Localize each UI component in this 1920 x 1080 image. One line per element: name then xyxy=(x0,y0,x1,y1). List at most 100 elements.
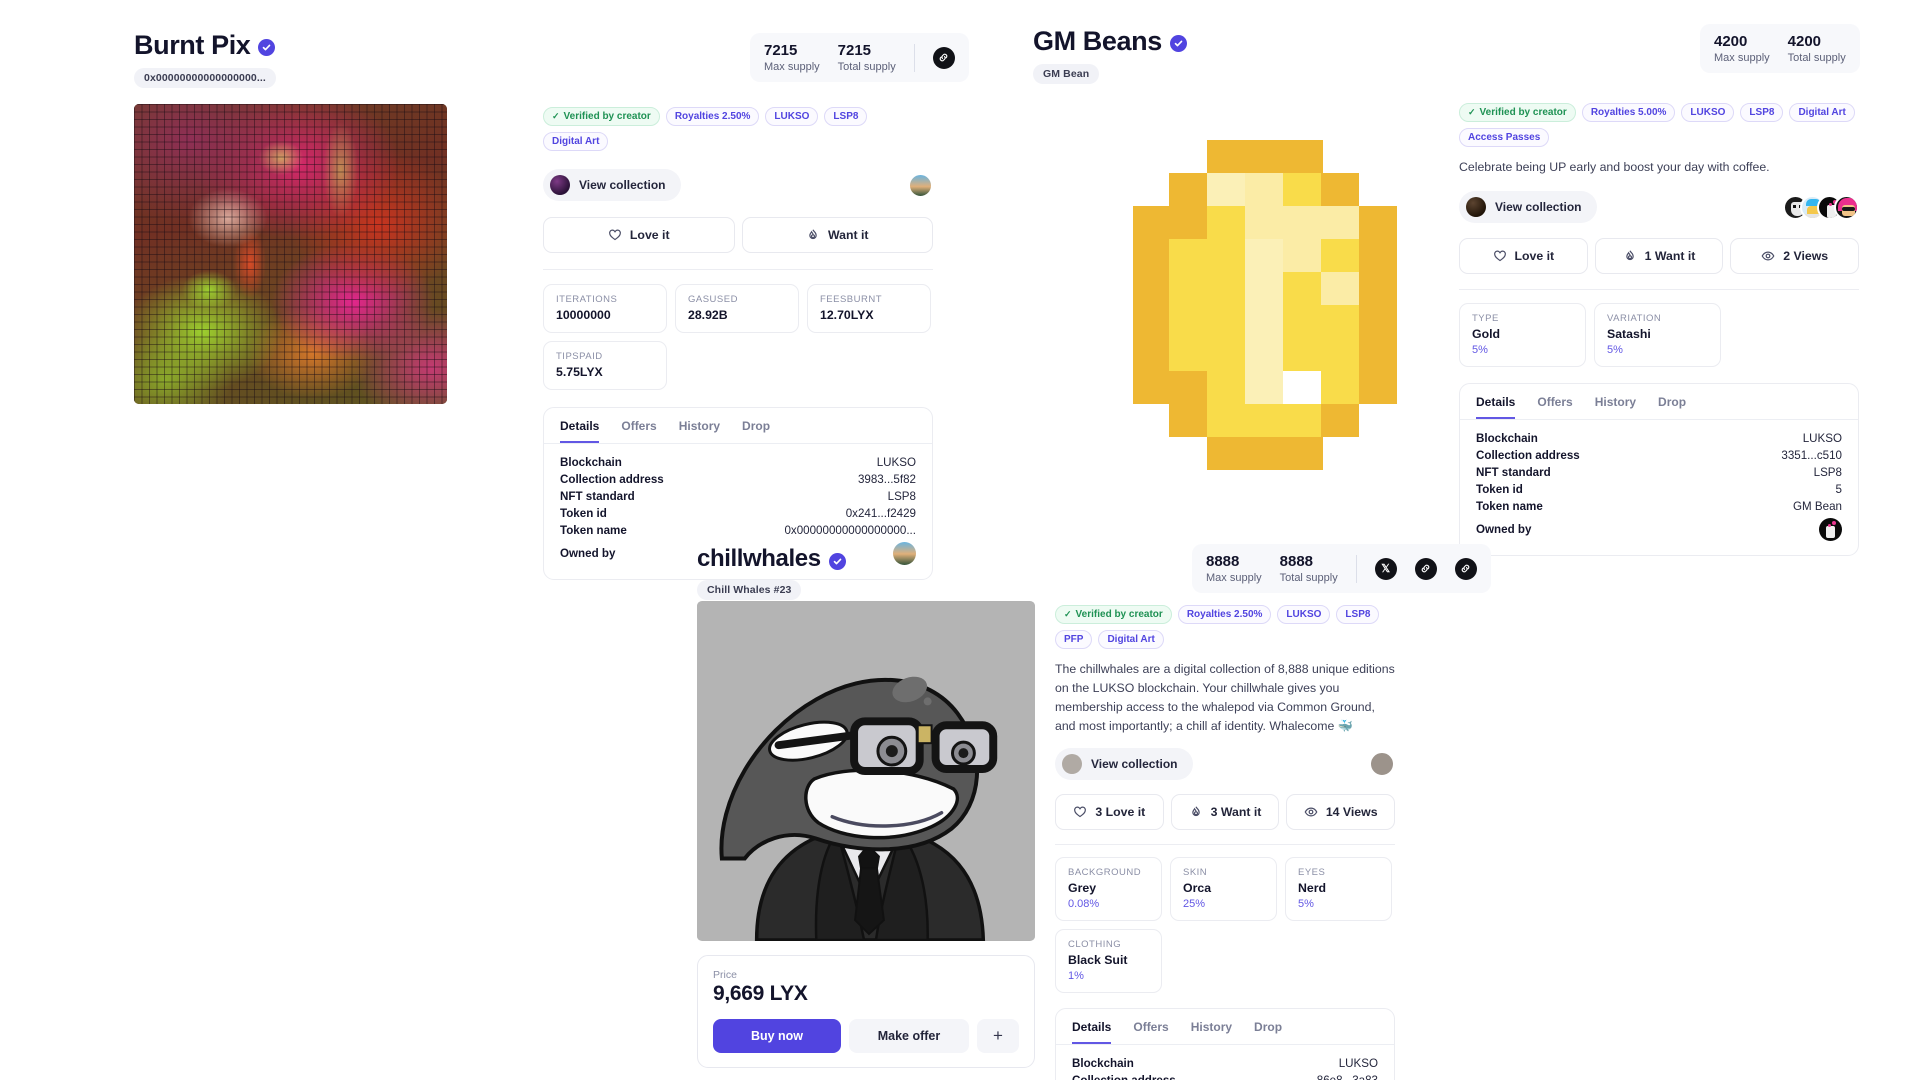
action-label: Love it xyxy=(1514,249,1555,264)
tab-details[interactable]: Details xyxy=(1476,395,1516,420)
burntpix-header: Burnt Pix 0x00000000000000000... xyxy=(134,30,276,88)
tag-pfp: PFP xyxy=(1055,630,1093,649)
max-supply-label: Max supply xyxy=(1714,52,1770,65)
max-supply: 8888 Max supply xyxy=(1206,553,1262,584)
view-collection-button[interactable]: View collection xyxy=(543,169,682,201)
attribute-key: TIPSPAID xyxy=(556,351,603,362)
tag-verified-by-creator: ✓ Verified by creator xyxy=(1459,103,1576,122)
detail-value: 5 xyxy=(1835,483,1842,497)
avatar[interactable] xyxy=(1369,751,1395,778)
action-label: 3 Love it xyxy=(1095,805,1146,820)
attribute-value: Nerd xyxy=(1298,881,1327,896)
tab-drop[interactable]: Drop xyxy=(1254,1020,1282,1044)
attribute-card: BACKGROUND Grey 0.08% xyxy=(1055,857,1162,922)
burntpix-supply-box: 7215 Max supply 7215 Total supply xyxy=(750,33,969,83)
tab-details[interactable]: Details xyxy=(560,419,600,443)
view-collection-label: View collection xyxy=(1091,757,1178,772)
attribute-key: TYPE xyxy=(1472,313,1499,325)
tag-royalties: Royalties 2.50% xyxy=(665,107,760,126)
want-it-button[interactable]: 1 Want it xyxy=(1594,238,1724,275)
views-button[interactable]: 2 Views xyxy=(1730,238,1860,275)
detail-row: Collection address 86e8...3a83 xyxy=(1072,1072,1378,1080)
detail-row: Token id 5 xyxy=(1476,481,1842,498)
tab-bar: Details Offers History Drop xyxy=(1460,384,1858,421)
action-label: 14 Views xyxy=(1325,805,1378,820)
tab-history[interactable]: History xyxy=(1595,395,1636,419)
tag-label: Verified by creator xyxy=(1479,107,1567,118)
avatar[interactable] xyxy=(1834,194,1859,220)
attribute-rarity: 5% xyxy=(1472,344,1488,357)
tag-lsp8: LSP8 xyxy=(1336,605,1380,624)
token-chip: GM Bean xyxy=(1033,64,1100,84)
tag-verified-by-creator: ✓ Verified by creator xyxy=(1055,605,1172,624)
attribute-card: VARIATION Satashi 5% xyxy=(1594,303,1721,368)
want-it-button[interactable]: Want it xyxy=(741,217,933,253)
verified-icon xyxy=(258,39,276,56)
owner-avatar[interactable] xyxy=(1819,518,1842,542)
gmbeans-actions: Love it 1 Want it 2 Views xyxy=(1459,238,1860,275)
owner-avatars xyxy=(1369,751,1395,778)
attribute-value: Orca xyxy=(1183,881,1212,896)
detail-key: Blockchain xyxy=(1476,432,1538,446)
detail-row: Blockchain LUKSO xyxy=(1072,1055,1378,1072)
gmbeans-artwork xyxy=(1133,140,1397,470)
tab-history[interactable]: History xyxy=(679,419,720,443)
total-supply-label: Total supply xyxy=(837,61,896,74)
link-icon[interactable] xyxy=(1414,557,1437,580)
attribute-rarity: 0.08% xyxy=(1068,898,1100,911)
detail-key: Blockchain xyxy=(1072,1057,1134,1071)
view-collection-button[interactable]: View collection xyxy=(1459,191,1598,224)
tag-label: Verified by creator xyxy=(563,111,651,122)
page-title: chillwhales xyxy=(697,545,821,572)
token-chip: Chill Whales #23 xyxy=(697,580,802,600)
detail-key: NFT standard xyxy=(560,490,635,503)
attribute-rarity: 25% xyxy=(1183,898,1206,911)
add-button[interactable]: + xyxy=(977,1019,1019,1053)
link-icon[interactable] xyxy=(932,46,955,69)
tab-drop[interactable]: Drop xyxy=(742,419,770,443)
total-supply: 8888 Total supply xyxy=(1280,553,1338,584)
tag-label: Verified by creator xyxy=(1075,609,1163,620)
detail-key: Owned by xyxy=(560,547,616,560)
detail-key: Owned by xyxy=(1476,523,1532,537)
make-offer-button[interactable]: Make offer xyxy=(849,1019,969,1053)
total-supply-label: Total supply xyxy=(1279,572,1338,585)
tab-offers[interactable]: Offers xyxy=(1133,1020,1168,1044)
detail-row: Blockchain LUKSO xyxy=(1476,430,1842,447)
collection-avatar xyxy=(550,175,570,195)
tab-offers[interactable]: Offers xyxy=(1537,395,1572,419)
gmbeans-details-panel: Details Offers History Drop Blockchain LU… xyxy=(1459,383,1859,557)
total-supply: 4200 Total supply xyxy=(1788,33,1846,64)
detail-value: 0x241...f2429 xyxy=(845,507,916,520)
action-label: Love it xyxy=(629,228,670,242)
love-it-button[interactable]: Love it xyxy=(543,217,735,253)
attribute-rarity: 1% xyxy=(1068,970,1084,983)
page-title: GM Beans xyxy=(1033,26,1162,56)
owner-avatar[interactable] xyxy=(893,542,916,565)
love-it-button[interactable]: Love it xyxy=(1459,238,1588,275)
buy-now-button[interactable]: Buy now xyxy=(713,1019,841,1053)
attribute-key: FEESBURNT xyxy=(820,294,883,305)
tab-offers[interactable]: Offers xyxy=(621,419,656,443)
burntpix-attributes: ITERATIONS 10000000 GASUSED 28.92B FEESB… xyxy=(543,284,933,390)
want-it-button[interactable]: 3 Want it xyxy=(1170,794,1280,831)
tab-details[interactable]: Details xyxy=(1072,1020,1112,1045)
chillwhales-description: The chillwhales are a digital collection… xyxy=(1055,662,1395,734)
gmbeans-description: Celebrate being UP early and boost your … xyxy=(1459,160,1770,174)
x-icon[interactable]: 𝕏 xyxy=(1374,557,1397,580)
tag-verified-by-creator: ✓ Verified by creator xyxy=(543,107,660,126)
tab-drop[interactable]: Drop xyxy=(1658,395,1686,419)
attribute-card: EYES Nerd 5% xyxy=(1285,857,1392,922)
tab-history[interactable]: History xyxy=(1191,1020,1232,1044)
attribute-key: BACKGROUND xyxy=(1068,867,1142,879)
page-root: Burnt Pix 0x00000000000000000... 7215 Ma… xyxy=(0,0,1920,1080)
attribute-card: CLOTHING Black Suit 1% xyxy=(1055,929,1162,994)
chillwhales-price-card: Price 9,669 LYX Buy now Make offer + xyxy=(697,955,1035,1068)
views-button[interactable]: 14 Views xyxy=(1286,794,1396,831)
link-icon[interactable] xyxy=(1454,557,1477,580)
gmbeans-supply-box: 4200 Max supply 4200 Total supply xyxy=(1700,24,1860,74)
detail-value: 3983...5f82 xyxy=(857,473,916,486)
detail-value: 3351...c510 xyxy=(1781,449,1842,463)
love-it-button[interactable]: 3 Love it xyxy=(1055,794,1164,831)
view-collection-button[interactable]: View collection xyxy=(1055,748,1194,781)
